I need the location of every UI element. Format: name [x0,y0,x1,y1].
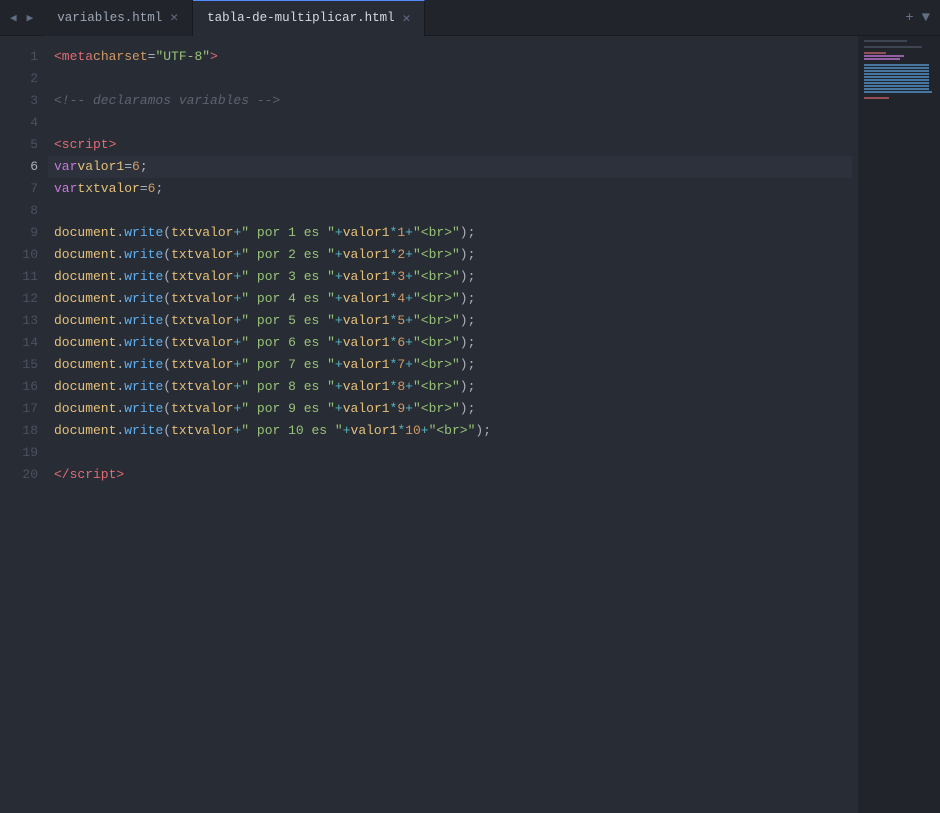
line-num-20: 20 [0,464,38,486]
line-num-19: 19 [0,442,38,464]
code-line-20: </script> [54,464,858,486]
editor-container: 1 2 3 4 5 6 7 8 9 10 11 12 13 14 15 16 1… [0,36,940,813]
code-line-6: var valor1=6; [48,156,852,178]
code-line-16: document.write(txtvalor +" por 8 es " + … [54,376,858,398]
tab-nav-left[interactable]: ◀ ▶ [0,11,43,25]
code-line-11: document.write(txtvalor +" por 3 es " + … [54,266,858,288]
line-numbers: 1 2 3 4 5 6 7 8 9 10 11 12 13 14 15 16 1… [0,36,48,813]
code-line-10: document.write(txtvalor +" por 2 es " + … [54,244,858,266]
line-num-11: 11 [0,266,38,288]
minimap [858,36,940,813]
tab-variables[interactable]: variables.html ✕ [43,0,193,36]
nav-forward-icon[interactable]: ▶ [23,11,38,25]
line-num-16: 16 [0,376,38,398]
code-editor[interactable]: <meta charset="UTF-8"> <!-- declaramos v… [48,36,858,813]
line-num-14: 14 [0,332,38,354]
close-tab-variables-icon[interactable]: ✕ [170,10,178,25]
tab-label-tabla: tabla-de-multiplicar.html [207,11,395,25]
code-line-1: <meta charset="UTF-8"> [54,46,858,68]
code-line-17: document.write(txtvalor +" por 9 es " + … [54,398,858,420]
code-line-15: document.write(txtvalor +" por 7 es " + … [54,354,858,376]
line-num-6: 6 [0,156,38,178]
line-num-1: 1 [0,46,38,68]
tab-label-variables: variables.html [57,11,162,25]
code-line-9: document.write(txtvalor +" por 1 es " + … [54,222,858,244]
code-line-13: document.write(txtvalor +" por 5 es " + … [54,310,858,332]
line-num-9: 9 [0,222,38,244]
line-num-4: 4 [0,112,38,134]
line-num-8: 8 [0,200,38,222]
code-line-12: document.write(txtvalor +" por 4 es " + … [54,288,858,310]
code-line-2 [54,68,858,90]
code-line-19 [54,442,858,464]
tab-bar-right-actions: + ▼ [895,10,940,26]
line-num-15: 15 [0,354,38,376]
new-tab-icon[interactable]: + [905,10,913,26]
code-line-4 [54,112,858,134]
line-num-2: 2 [0,68,38,90]
code-line-14: document.write(txtvalor +" por 6 es " + … [54,332,858,354]
line-num-12: 12 [0,288,38,310]
code-line-3: <!-- declaramos variables --> [54,90,858,112]
code-line-8 [54,200,858,222]
minimap-content [864,40,936,100]
close-tab-tabla-icon[interactable]: ✕ [403,11,411,26]
line-num-10: 10 [0,244,38,266]
code-line-5: <script> [54,134,858,156]
line-num-7: 7 [0,178,38,200]
nav-back-icon[interactable]: ◀ [6,11,21,25]
code-line-7: var txtvalor=6; [54,178,858,200]
tab-list-icon[interactable]: ▼ [922,10,930,26]
line-num-18: 18 [0,420,38,442]
tab-tabla[interactable]: tabla-de-multiplicar.html ✕ [193,0,425,36]
code-line-18: document.write(txtvalor +" por 10 es " +… [54,420,858,442]
line-num-13: 13 [0,310,38,332]
tab-bar: ◀ ▶ variables.html ✕ tabla-de-multiplica… [0,0,940,36]
line-num-5: 5 [0,134,38,156]
line-num-3: 3 [0,90,38,112]
line-num-17: 17 [0,398,38,420]
